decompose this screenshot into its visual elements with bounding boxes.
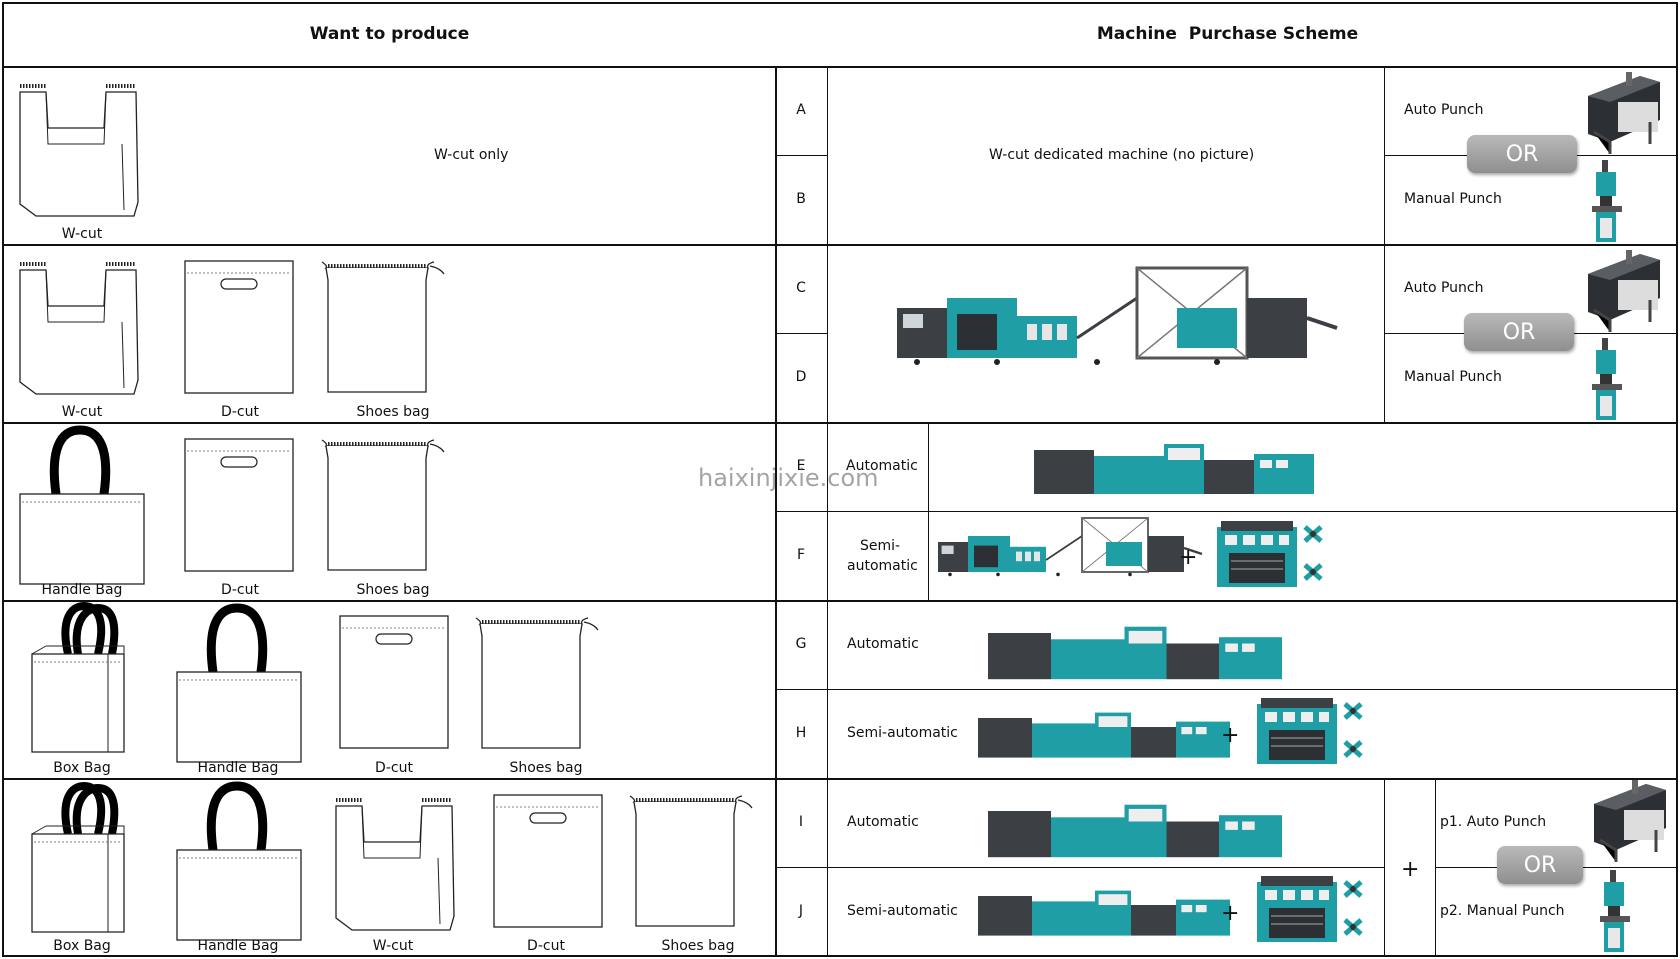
option-letter-f: F bbox=[796, 547, 806, 563]
row3-bag-label-3: Shoes bag bbox=[356, 582, 430, 598]
f-plus-sign: + bbox=[1179, 545, 1198, 570]
wcut-bag-image bbox=[334, 798, 456, 932]
h-plus-sign: + bbox=[1221, 723, 1240, 748]
option-letter-i: I bbox=[798, 814, 804, 830]
plus-col-right bbox=[1435, 778, 1436, 957]
section-divider-1 bbox=[2, 244, 1678, 246]
option-letter-g: G bbox=[795, 636, 807, 652]
header-want-to-produce: Want to produce bbox=[309, 24, 470, 44]
outer-left bbox=[2, 2, 4, 957]
option-letter-d: D bbox=[795, 369, 807, 385]
subrow-divider-ij bbox=[776, 867, 1384, 868]
shoes-bag-image bbox=[320, 438, 446, 572]
section-divider-4 bbox=[2, 778, 1678, 780]
f-machine-image bbox=[936, 516, 1204, 578]
cd-machine-image bbox=[895, 266, 1339, 367]
row5-bag-label-1: Box Bag bbox=[53, 938, 111, 954]
row2-bag-label-1: W-cut bbox=[61, 404, 103, 420]
row2-bag-label-3: Shoes bag bbox=[356, 404, 430, 420]
auto-punch-image bbox=[1586, 248, 1662, 334]
j-plus-sign: + bbox=[1221, 901, 1240, 926]
row1-description: W-cut only bbox=[434, 147, 509, 163]
watermark: haixinjixie.com bbox=[698, 464, 879, 492]
cd-or-badge: OR bbox=[1464, 313, 1574, 351]
manual-punch-image bbox=[1592, 160, 1622, 242]
ab-or-badge: OR bbox=[1467, 135, 1577, 173]
manual-punch-image bbox=[1600, 870, 1630, 952]
option-letter-h: H bbox=[795, 725, 807, 741]
row4-bag-label-2: Handle Bag bbox=[197, 760, 279, 776]
auto-punch-image bbox=[1586, 70, 1662, 156]
row5-bag-label-3: W-cut bbox=[372, 938, 414, 954]
row5-bag-label-2: Handle Bag bbox=[197, 938, 279, 954]
wcut-bag-image bbox=[18, 262, 140, 396]
mode-col-ef bbox=[928, 422, 929, 601]
option-letter-a: A bbox=[796, 102, 806, 118]
handle-bag-image bbox=[177, 786, 301, 942]
shoes-bag-image bbox=[474, 616, 600, 750]
dcut-bag-image bbox=[339, 615, 449, 749]
box-bag-image bbox=[32, 786, 126, 934]
row4-bag-label-4: Shoes bag bbox=[509, 760, 583, 776]
ij-combine-plus-sign: + bbox=[1401, 857, 1420, 882]
i-punch-label: p1. Auto Punch bbox=[1440, 814, 1547, 830]
manual-punch-image bbox=[1592, 338, 1622, 420]
g-mode-label: Automatic bbox=[847, 636, 919, 652]
option-letter-b: B bbox=[796, 191, 806, 207]
cd-manual-punch-label: Manual Punch bbox=[1404, 369, 1502, 385]
auto-punch-image bbox=[1592, 778, 1668, 864]
h-machine-image bbox=[978, 712, 1230, 758]
e-machine-image bbox=[1034, 444, 1314, 494]
punch-col-ab bbox=[1384, 66, 1385, 245]
j-punch-label: p2. Manual Punch bbox=[1440, 903, 1565, 919]
box-bag-image bbox=[32, 606, 126, 754]
ab-machine-description: W-cut dedicated machine (no picture) bbox=[989, 147, 1255, 163]
row3-bag-label-1: Handle Bag bbox=[41, 582, 123, 598]
dcut-bag-image bbox=[493, 794, 603, 928]
section-divider-3 bbox=[2, 600, 1678, 602]
header-machine-purchase-scheme: Machine Purchase Scheme bbox=[1096, 24, 1359, 44]
h-side-machine-image bbox=[1257, 698, 1367, 768]
handle-bag-image bbox=[177, 608, 301, 764]
i-mode-label: Automatic bbox=[847, 814, 919, 830]
section-divider-2 bbox=[2, 422, 1678, 424]
subrow-divider-gh bbox=[776, 689, 1678, 690]
cd-auto-punch-label: Auto Punch bbox=[1404, 280, 1484, 296]
ab-auto-punch-label: Auto Punch bbox=[1404, 102, 1484, 118]
row3-bag-label-2: D-cut bbox=[221, 582, 259, 598]
shoes-bag-image bbox=[320, 260, 446, 394]
option-letter-j: J bbox=[798, 903, 804, 919]
j-side-machine-image bbox=[1257, 876, 1367, 946]
subrow-divider-ef bbox=[776, 511, 1678, 512]
plus-col-left bbox=[1384, 778, 1385, 957]
row5-bag-label-5: Shoes bag bbox=[661, 938, 735, 954]
row5-bag-label-4: D-cut bbox=[527, 938, 565, 954]
option-letter-c: C bbox=[796, 280, 806, 296]
h-mode-label: Semi-automatic bbox=[847, 725, 958, 741]
row2-bag-label-2: D-cut bbox=[221, 404, 259, 420]
dcut-bag-image bbox=[184, 438, 294, 572]
j-mode-label: Semi-automatic bbox=[847, 903, 958, 919]
ij-or-badge: OR bbox=[1497, 846, 1583, 884]
f-mode-label-line1: Semi- bbox=[860, 538, 901, 554]
f-side-machine-image bbox=[1217, 521, 1327, 591]
ab-manual-punch-label: Manual Punch bbox=[1404, 191, 1502, 207]
subrow-divider-ab bbox=[776, 155, 828, 156]
outer-bottom bbox=[2, 955, 1678, 957]
shoes-bag-image bbox=[628, 794, 754, 928]
f-mode-label-line2: automatic bbox=[847, 558, 918, 574]
g-machine-image bbox=[988, 626, 1282, 680]
i-machine-image bbox=[988, 804, 1282, 858]
handle-bag-image bbox=[20, 430, 144, 586]
row4-bag-label-3: D-cut bbox=[375, 760, 413, 776]
j-machine-image bbox=[978, 890, 1230, 936]
wcut-bag-image bbox=[18, 84, 140, 218]
row4-bag-label-1: Box Bag bbox=[53, 760, 111, 776]
subrow-divider-cd bbox=[776, 333, 828, 334]
dcut-bag-image bbox=[184, 260, 294, 394]
outer-right bbox=[1676, 2, 1678, 957]
row1-bag-label-1: W-cut bbox=[61, 226, 103, 242]
punch-col-cd bbox=[1384, 244, 1385, 423]
